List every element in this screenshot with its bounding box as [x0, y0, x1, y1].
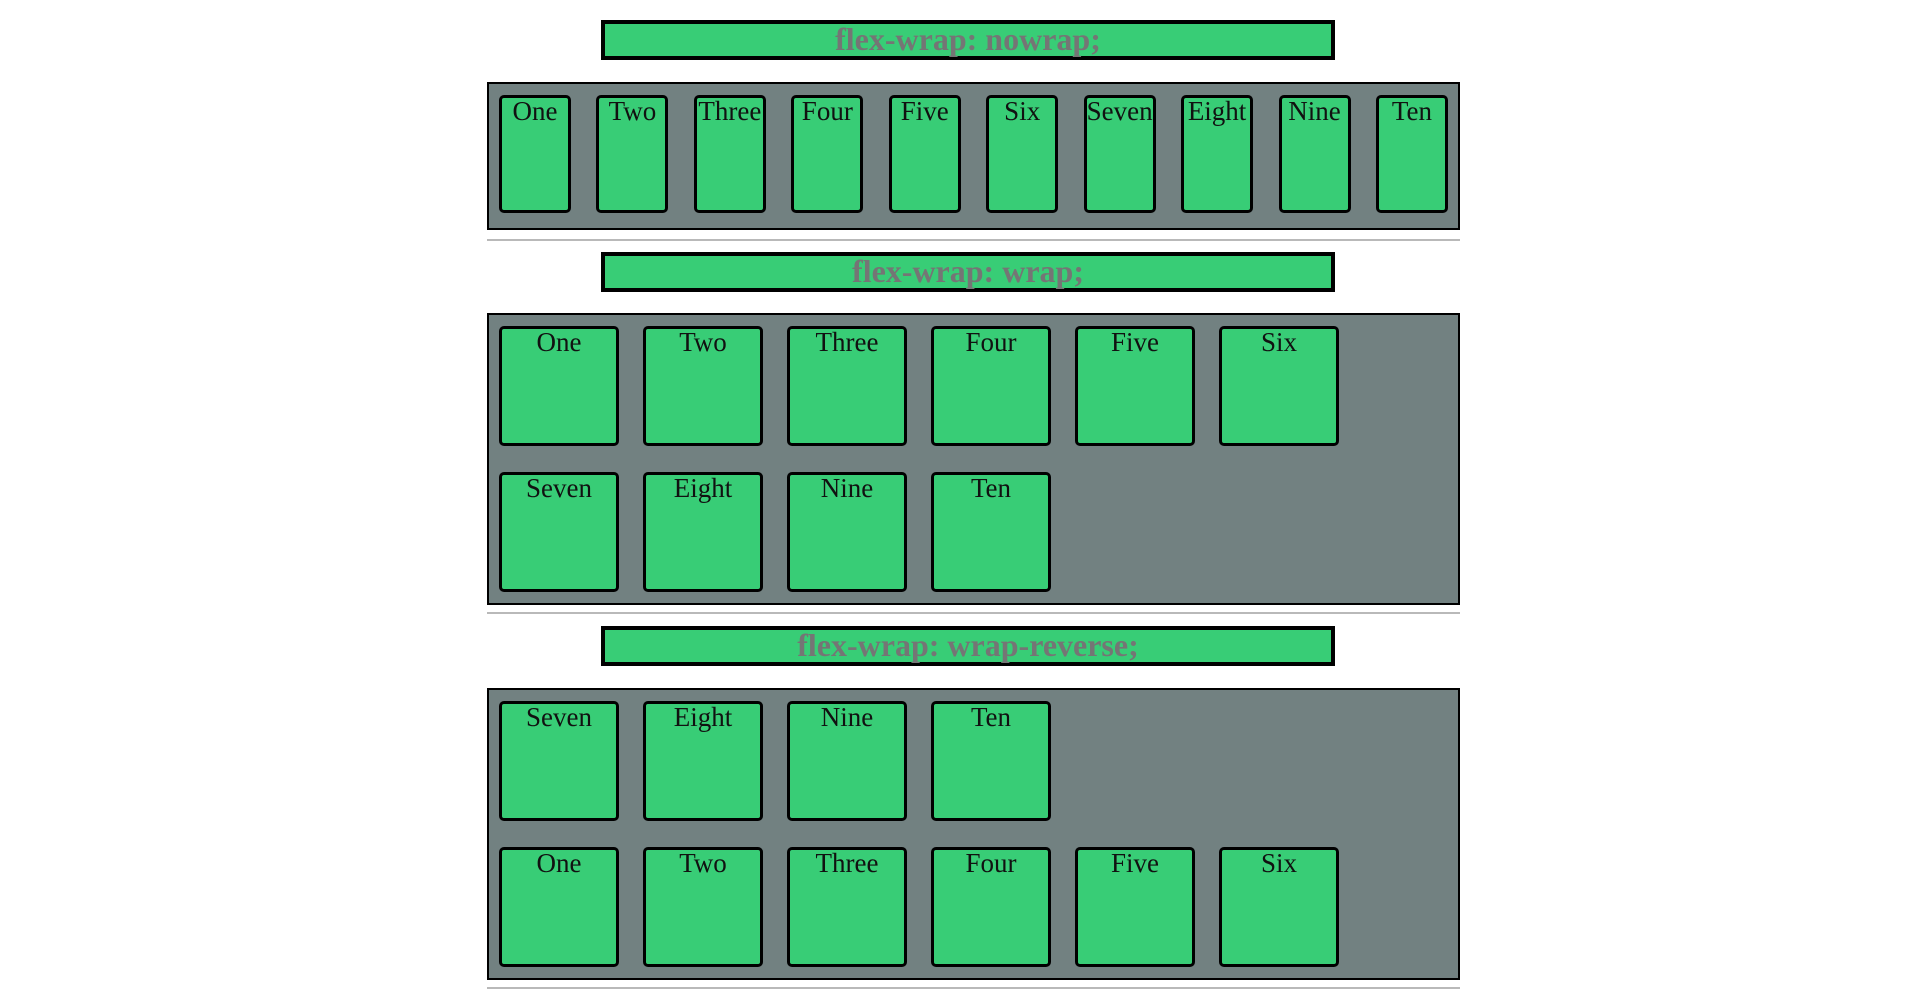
- flex-item: Two: [643, 847, 763, 967]
- flex-item: Four: [791, 95, 864, 213]
- flex-item: Three: [787, 326, 907, 446]
- divider: [487, 987, 1460, 989]
- flex-item: Nine: [1278, 95, 1351, 213]
- flex-item: Four: [931, 847, 1051, 967]
- flex-item: Six: [1219, 326, 1339, 446]
- page: flex-wrap: nowrap; One Two Three Four Fi…: [0, 0, 1920, 994]
- flex-item: Ten: [931, 472, 1051, 592]
- flex-item: Seven: [499, 472, 619, 592]
- flex-item: One: [499, 95, 571, 213]
- flex-item: Seven: [499, 701, 619, 821]
- divider: [487, 239, 1460, 241]
- flex-item: Eight: [643, 472, 763, 592]
- flex-container-wrap-reverse: One Two Three Four Five Six Seven Eight …: [487, 688, 1460, 980]
- flex-item: One: [499, 847, 619, 967]
- flex-item: Seven: [1083, 95, 1156, 213]
- flex-item: Six: [1219, 847, 1339, 967]
- divider: [487, 612, 1460, 614]
- flex-item: Two: [643, 326, 763, 446]
- flex-item: One: [499, 326, 619, 446]
- flex-item: Five: [888, 95, 961, 213]
- flex-item: Eight: [643, 701, 763, 821]
- flex-container-nowrap: One Two Three Four Five Six Seven Eight …: [487, 82, 1460, 230]
- flex-item: Four: [931, 326, 1051, 446]
- flex-item: Five: [1075, 326, 1195, 446]
- flex-item: Two: [596, 95, 669, 213]
- flex-container-wrap: One Two Three Four Five Six Seven Eight …: [487, 313, 1460, 605]
- flex-item: Ten: [931, 701, 1051, 821]
- flex-item: Five: [1075, 847, 1195, 967]
- flex-item: Nine: [787, 701, 907, 821]
- flex-item: Three: [787, 847, 907, 967]
- flex-item: Six: [986, 95, 1059, 213]
- flex-item: Nine: [787, 472, 907, 592]
- section-title: flex-wrap: wrap;: [601, 252, 1335, 292]
- flex-item: Three: [693, 95, 766, 213]
- flex-item: Ten: [1375, 95, 1448, 213]
- flex-item: Eight: [1181, 95, 1254, 213]
- section-title: flex-wrap: nowrap;: [601, 20, 1335, 60]
- section-title: flex-wrap: wrap-reverse;: [601, 626, 1335, 666]
